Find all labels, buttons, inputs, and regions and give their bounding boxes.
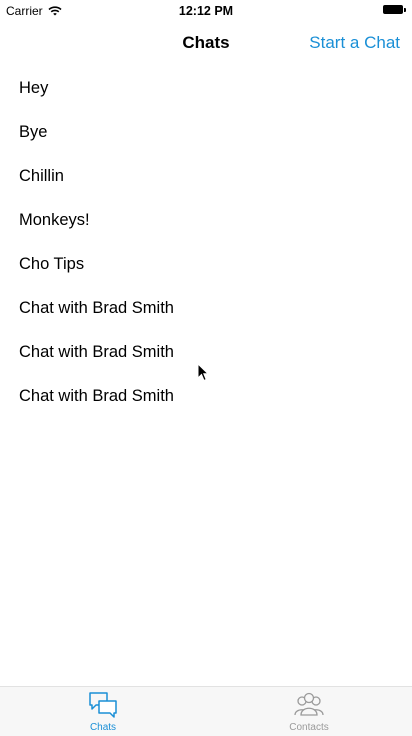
navigation-bar: Chats Start a Chat <box>0 22 412 66</box>
start-chat-button[interactable]: Start a Chat <box>309 33 400 53</box>
chat-list-item[interactable]: Chillin <box>0 154 412 198</box>
tab-chats-label: Chats <box>89 722 117 733</box>
chat-list-item[interactable]: Hey <box>0 66 412 110</box>
tab-bar: Chats Contacts <box>0 686 412 736</box>
status-time: 12:12 PM <box>178 4 234 18</box>
chat-list-item[interactable]: Cho Tips <box>0 242 412 286</box>
chat-bubbles-icon <box>88 691 118 721</box>
tab-chats[interactable]: Chats <box>0 687 206 736</box>
contacts-icon <box>292 691 326 721</box>
battery-icon <box>383 5 406 14</box>
tab-contacts[interactable]: Contacts <box>206 687 412 736</box>
chat-list-item[interactable]: Bye <box>0 110 412 154</box>
mouse-cursor-icon <box>197 362 210 387</box>
chat-list-item[interactable]: Monkeys! <box>0 198 412 242</box>
tab-contacts-label: Contacts <box>289 722 329 733</box>
status-bar: Carrier 12:12 PM <box>0 0 412 22</box>
chat-list-item[interactable]: Chat with Brad Smith <box>0 286 412 330</box>
